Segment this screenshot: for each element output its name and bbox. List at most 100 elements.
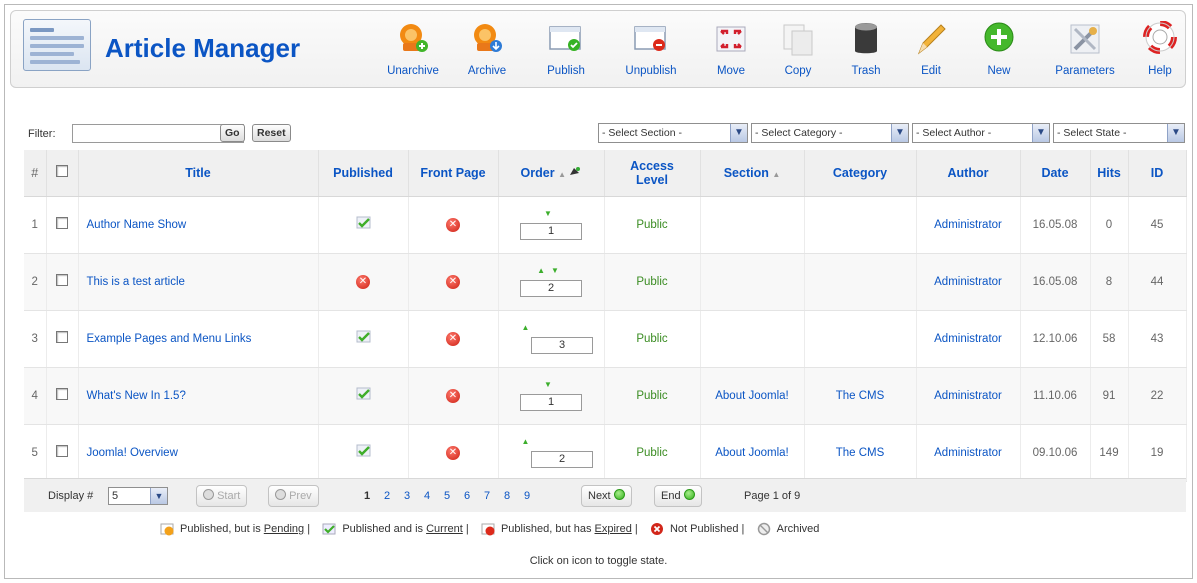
page-link-1[interactable]: 1: [364, 490, 370, 502]
order-up-icon[interactable]: ▲: [522, 323, 536, 332]
archive-button[interactable]: Archive: [459, 17, 515, 87]
state-select[interactable]: - Select State - ▼: [1053, 123, 1185, 143]
author-link[interactable]: Administrator: [916, 367, 1021, 425]
go-button[interactable]: Go: [220, 124, 245, 142]
front-page-x-icon[interactable]: ✕: [446, 274, 460, 289]
front-page-x-icon[interactable]: ✕: [446, 445, 460, 460]
row-checkbox[interactable]: [56, 388, 68, 400]
expired-icon: [481, 522, 495, 536]
row-checkbox[interactable]: [56, 331, 68, 343]
edit-button[interactable]: Edit: [911, 17, 951, 87]
order-down-icon[interactable]: ▼: [551, 266, 565, 275]
help-button[interactable]: Help: [1137, 17, 1183, 87]
col-hits[interactable]: Hits: [1090, 150, 1129, 197]
section-select[interactable]: - Select Section - ▼: [598, 123, 748, 143]
page-link-9[interactable]: 9: [524, 490, 530, 502]
filter-input[interactable]: [72, 124, 244, 143]
author-link[interactable]: Administrator: [916, 424, 1021, 482]
new-button[interactable]: New: [977, 17, 1021, 87]
access-level-link[interactable]: Public: [604, 367, 701, 425]
page-link-5[interactable]: 5: [444, 490, 450, 502]
author-select[interactable]: - Select Author - ▼: [912, 123, 1050, 143]
access-level-link[interactable]: Public: [604, 253, 701, 311]
section-link[interactable]: [700, 253, 805, 311]
chevron-down-icon: ▼: [891, 124, 908, 142]
article-title-link[interactable]: What's New In 1.5?: [78, 367, 319, 425]
page-link-7[interactable]: 7: [484, 490, 490, 502]
row-checkbox[interactable]: [56, 445, 68, 457]
unpublished-x-icon[interactable]: ✕: [356, 274, 370, 289]
start-button[interactable]: Start: [196, 485, 248, 507]
order-down-icon[interactable]: ▼: [544, 380, 558, 389]
access-level-link[interactable]: Public: [604, 424, 701, 482]
col-section[interactable]: Section ▲: [700, 150, 805, 197]
article-title-link[interactable]: Joomla! Overview: [78, 424, 319, 482]
hits-cell: 58: [1090, 310, 1129, 368]
save-order-icon[interactable]: [569, 166, 581, 176]
col-category[interactable]: Category: [804, 150, 917, 197]
category-link[interactable]: [804, 310, 917, 368]
author-link[interactable]: Administrator: [916, 253, 1021, 311]
article-title-link[interactable]: This is a test article: [78, 253, 319, 311]
page-link-4[interactable]: 4: [424, 490, 430, 502]
order-down-icon[interactable]: ▼: [544, 209, 558, 218]
section-link[interactable]: [700, 196, 805, 254]
end-button[interactable]: End: [654, 485, 702, 507]
publish-button[interactable]: Publish: [538, 17, 594, 87]
published-check-icon[interactable]: [356, 444, 371, 457]
page-link-8[interactable]: 8: [504, 490, 510, 502]
article-title-link[interactable]: Example Pages and Menu Links: [78, 310, 319, 368]
move-button[interactable]: Move: [708, 17, 754, 87]
col-title[interactable]: Title: [78, 150, 319, 197]
unpublish-button[interactable]: Unpublish: [616, 17, 686, 87]
article-title-link[interactable]: Author Name Show: [78, 196, 319, 254]
order-input[interactable]: 1: [520, 223, 582, 240]
parameters-button[interactable]: Parameters: [1045, 17, 1125, 87]
published-check-icon[interactable]: [356, 387, 371, 400]
access-level-link[interactable]: Public: [604, 310, 701, 368]
category-link[interactable]: [804, 253, 917, 311]
trash-button[interactable]: Trash: [843, 17, 889, 87]
author-link[interactable]: Administrator: [916, 310, 1021, 368]
order-input[interactable]: 3: [531, 337, 593, 354]
unarchive-button[interactable]: Unarchive: [381, 17, 445, 87]
order-input[interactable]: 1: [520, 394, 582, 411]
page-link-2[interactable]: 2: [384, 490, 390, 502]
copy-button[interactable]: Copy: [775, 17, 821, 87]
col-published[interactable]: Published: [318, 150, 409, 197]
order-up-icon[interactable]: ▲: [537, 266, 551, 275]
next-button[interactable]: Next: [581, 485, 632, 507]
page-link-3[interactable]: 3: [404, 490, 410, 502]
category-select[interactable]: - Select Category - ▼: [751, 123, 909, 143]
col-access-level[interactable]: Access Level: [604, 150, 701, 197]
col-id[interactable]: ID: [1128, 150, 1187, 197]
col-front-page[interactable]: Front Page: [408, 150, 499, 197]
col-author[interactable]: Author: [916, 150, 1021, 197]
order-input[interactable]: 2: [531, 451, 593, 468]
display-count-select[interactable]: 5 ▼: [108, 487, 168, 505]
prev-button[interactable]: Prev: [268, 485, 319, 507]
section-link[interactable]: About Joomla!: [700, 424, 805, 482]
section-link[interactable]: About Joomla!: [700, 367, 805, 425]
reset-button[interactable]: Reset: [252, 124, 291, 142]
front-page-x-icon[interactable]: ✕: [446, 217, 460, 232]
select-all-checkbox[interactable]: [56, 165, 68, 178]
row-checkbox[interactable]: [56, 274, 68, 286]
author-link[interactable]: Administrator: [916, 196, 1021, 254]
col-order[interactable]: Order ▲: [498, 150, 605, 197]
order-input[interactable]: 2: [520, 280, 582, 297]
published-check-icon[interactable]: [356, 216, 371, 229]
section-link[interactable]: [700, 310, 805, 368]
category-link[interactable]: [804, 196, 917, 254]
front-page-x-icon[interactable]: ✕: [446, 331, 460, 346]
category-link[interactable]: The CMS: [804, 367, 917, 425]
page-link-6[interactable]: 6: [464, 490, 470, 502]
chevron-down-icon: ▼: [1167, 124, 1184, 142]
order-up-icon[interactable]: ▲: [522, 437, 536, 446]
col-date[interactable]: Date: [1020, 150, 1091, 197]
category-link[interactable]: The CMS: [804, 424, 917, 482]
published-check-icon[interactable]: [356, 330, 371, 343]
access-level-link[interactable]: Public: [604, 196, 701, 254]
row-checkbox[interactable]: [56, 217, 68, 229]
front-page-x-icon[interactable]: ✕: [446, 388, 460, 403]
